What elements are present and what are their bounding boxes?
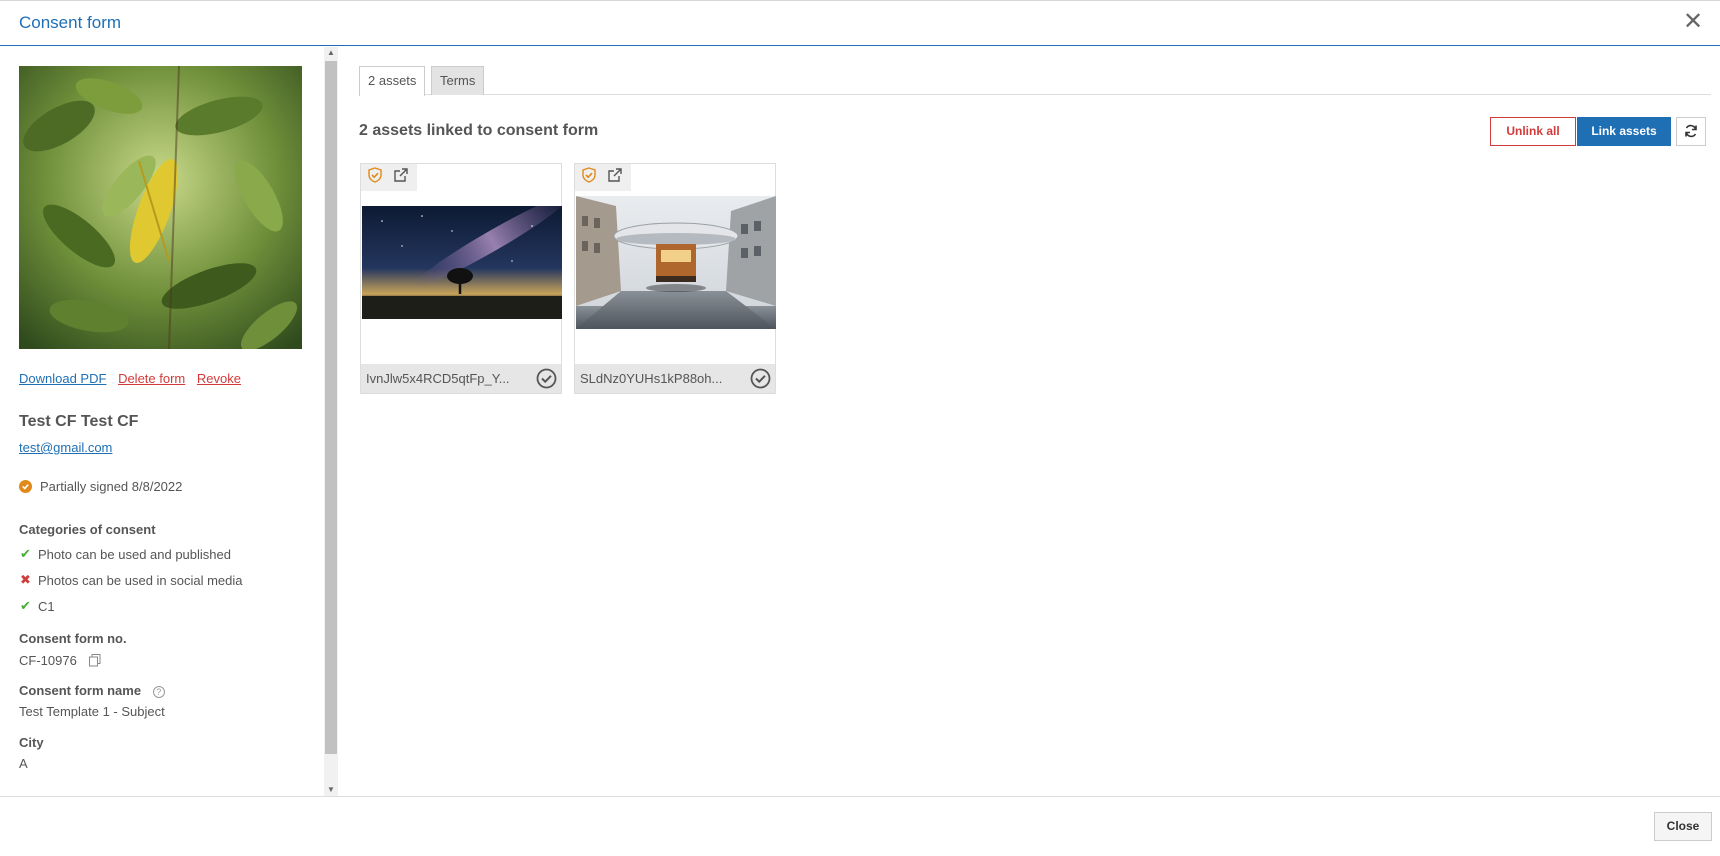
category-label: Photo can be used and published [38, 546, 231, 562]
subject-photo [19, 66, 302, 349]
category-item: ✔ Photo can be used and published [19, 546, 231, 562]
asset-actions [361, 164, 417, 191]
category-item: ✖ Photos can be used in social media [19, 572, 243, 588]
consent-details-panel: Download PDF Delete form Revoke Test CF … [0, 47, 324, 796]
form-no-value: CF-10976 [19, 653, 77, 668]
asset-thumbnail [362, 206, 562, 319]
form-actions: Download PDF Delete form Revoke [19, 371, 249, 386]
download-pdf-link[interactable]: Download PDF [19, 371, 106, 386]
tab-assets[interactable]: 2 assets [359, 66, 426, 96]
delete-form-link[interactable]: Delete form [118, 371, 185, 386]
link-assets-button[interactable]: Link assets [1577, 117, 1671, 146]
asset-card[interactable]: SLdNz0YUHs1kP88oh... [574, 163, 776, 394]
city-label: City [19, 735, 44, 750]
status-text: Partially signed 8/8/2022 [40, 479, 183, 494]
scroll-thumb[interactable] [325, 61, 337, 754]
open-external-icon[interactable] [393, 167, 409, 188]
cross-icon: ✖ [20, 572, 31, 587]
revoke-link[interactable]: Revoke [197, 371, 241, 386]
modal-footer: Close [0, 796, 1720, 856]
scroll-up-arrow-icon[interactable]: ▲ [324, 47, 338, 59]
select-check-icon[interactable] [536, 368, 557, 389]
asset-card[interactable]: IvnJlw5x4RCD5qtFp_Y... [360, 163, 562, 394]
modal-header: Consent form ✕ [0, 1, 1720, 46]
asset-filename: SLdNz0YUHs1kP88oh... [580, 371, 723, 386]
person-email-link[interactable]: test@gmail.com [19, 440, 112, 455]
refresh-icon [1685, 124, 1697, 138]
category-label: C1 [38, 598, 55, 614]
categories-label: Categories of consent [19, 522, 156, 537]
city-value: A [19, 756, 28, 771]
left-panel-scrollbar[interactable]: ▲ ▼ [324, 47, 338, 796]
assets-heading: 2 assets linked to consent form [359, 122, 599, 139]
signing-status: Partially signed 8/8/2022 [19, 479, 182, 494]
form-no-row: CF-10976 [19, 652, 101, 668]
unlink-all-button[interactable]: Unlink all [1490, 117, 1576, 146]
modal-title: Consent form [19, 13, 122, 32]
close-button[interactable]: Close [1654, 812, 1712, 841]
asset-thumbnail [576, 196, 776, 329]
partial-check-icon [19, 480, 32, 493]
asset-filename: IvnJlw5x4RCD5qtFp_Y... [366, 371, 510, 386]
category-label: Photos can be used in social media [38, 572, 243, 588]
form-name-label: Consent form name [19, 683, 142, 698]
asset-footer: IvnJlw5x4RCD5qtFp_Y... [361, 364, 561, 393]
check-icon: ✔ [20, 546, 31, 561]
copy-icon[interactable] [89, 654, 101, 667]
shield-check-icon[interactable] [581, 167, 597, 188]
form-name-row: Consent form name ? [19, 683, 165, 698]
check-icon: ✔ [20, 598, 31, 613]
tab-terms[interactable]: Terms [431, 66, 485, 95]
shield-check-icon[interactable] [367, 167, 383, 188]
open-external-icon[interactable] [607, 167, 623, 188]
form-no-label: Consent form no. [19, 631, 127, 646]
asset-footer: SLdNz0YUHs1kP88oh... [575, 364, 775, 393]
form-name-value: Test Template 1 - Subject [19, 704, 165, 719]
person-name: Test CF Test CF [19, 413, 139, 430]
category-item: ✔ C1 [19, 598, 55, 614]
help-icon[interactable]: ? [152, 686, 165, 698]
scroll-down-arrow-icon[interactable]: ▼ [324, 784, 338, 796]
close-icon[interactable]: ✕ [1680, 9, 1706, 35]
select-check-icon[interactable] [750, 368, 771, 389]
tab-bar: 2 assets Terms [359, 66, 1711, 96]
consent-form-modal: Consent form ✕ Download PDF Delete form … [0, 0, 1720, 856]
refresh-button[interactable] [1676, 117, 1706, 146]
assets-panel: 2 assets Terms 2 assets linked to consen… [340, 47, 1720, 796]
asset-actions [575, 164, 631, 191]
